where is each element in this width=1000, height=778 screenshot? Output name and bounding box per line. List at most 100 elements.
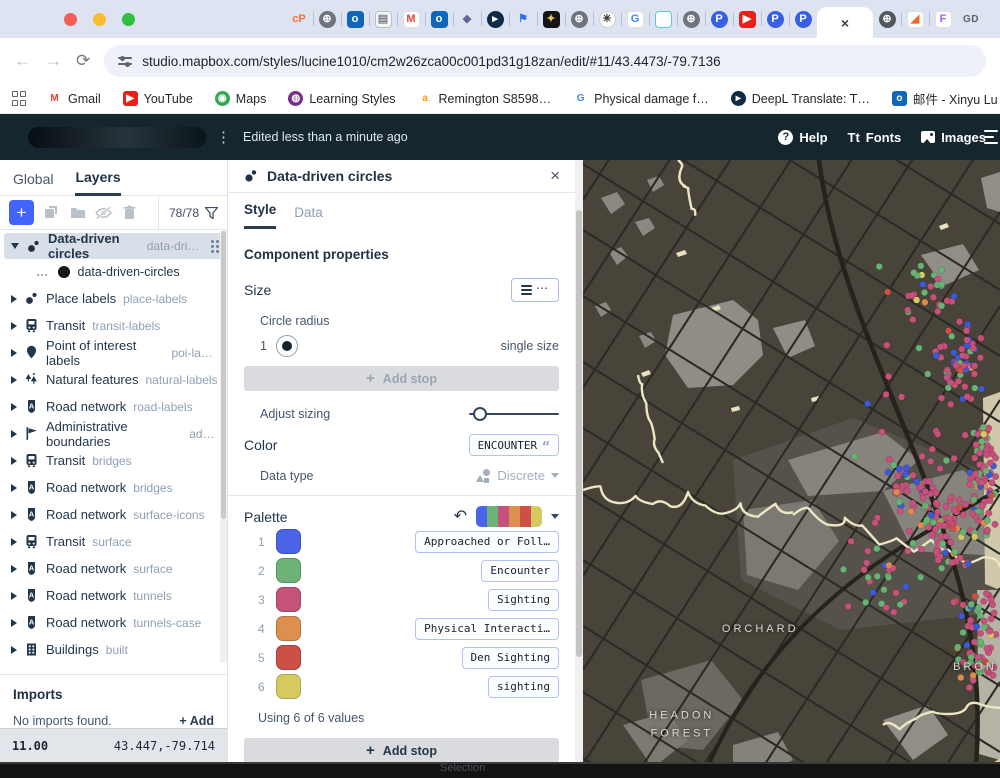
tab-overflow-label[interactable]: GD [963, 14, 979, 25]
value-button[interactable]: Sighting [488, 589, 559, 611]
pinned-tab-chatgpt[interactable]: ✳ [593, 0, 621, 38]
layer-row-transit-labels[interactable]: Transittransit-labels [0, 312, 227, 339]
bookmark-gmail[interactable]: MGmail [47, 91, 101, 106]
pinned-tab-google-g[interactable]: G [621, 0, 649, 38]
color-swatch[interactable] [276, 558, 301, 583]
pinned-tab-globe-1[interactable]: ⊕ [313, 0, 341, 38]
bookmark-learning[interactable]: ◍Learning Styles [288, 91, 395, 106]
color-swatch[interactable] [276, 674, 301, 699]
pinned-tab-orange-chart[interactable]: ◢ [901, 0, 929, 38]
caret-right-icon[interactable] [11, 646, 17, 654]
zoom-window-button[interactable] [122, 13, 135, 26]
map-canvas[interactable]: ORCHARDHEADON FORESTBRON [583, 160, 1000, 778]
value-button[interactable]: Encounter [481, 560, 559, 582]
caret-right-icon[interactable] [11, 619, 17, 627]
bookmark-google[interactable]: GPhysical damage f… [573, 91, 709, 106]
help-button[interactable]: ? Help [778, 130, 827, 145]
reload-button[interactable]: ⟳ [76, 51, 90, 71]
value-button[interactable]: Physical Interacti… [415, 618, 559, 640]
data-type-select[interactable]: Discrete [476, 468, 559, 483]
delete-layer-icon[interactable] [121, 204, 138, 221]
close-panel-button[interactable]: × [550, 166, 560, 186]
pinned-tab-p-circle-2[interactable]: P [761, 0, 789, 38]
bookmark-maps[interactable]: ◉Maps [215, 91, 267, 106]
back-button[interactable]: ← [14, 51, 31, 71]
pinned-tab-globe-4[interactable]: ⊕ [873, 0, 901, 38]
pinned-tab-reader[interactable]: ▤ [369, 0, 397, 38]
add-stop-button[interactable]: +Add stop [244, 738, 559, 763]
layer-counter[interactable]: 78/78 [158, 196, 218, 229]
layer-child-row[interactable]: …data-driven-circles [0, 259, 227, 285]
bookmark-youtube[interactable]: ▶YouTube [123, 91, 193, 106]
images-button[interactable]: Images [921, 130, 986, 145]
hide-layer-icon[interactable] [95, 204, 112, 221]
minimize-window-button[interactable] [93, 13, 106, 26]
pinned-tab-figma-tab[interactable]: F [929, 0, 957, 38]
layer-row-natural-labels[interactable]: Natural featuresnatural-labels [0, 366, 227, 393]
caret-right-icon[interactable] [11, 322, 17, 330]
value-button[interactable]: Approached or Foll… [415, 531, 559, 553]
active-tab[interactable]: × [817, 7, 873, 38]
pinned-tab-cube[interactable]: ◆ [453, 0, 481, 38]
caret-right-icon[interactable] [11, 484, 17, 492]
caret-right-icon[interactable] [11, 403, 17, 411]
stop-radio[interactable] [276, 335, 298, 357]
caret-right-icon[interactable] [11, 538, 17, 546]
caret-right-icon[interactable] [11, 376, 17, 384]
more-icon[interactable]: … [36, 265, 50, 279]
group-layers-icon[interactable] [69, 204, 86, 221]
pinned-tab-p-circle-1[interactable]: P [705, 0, 733, 38]
value-button[interactable]: sighting [488, 676, 559, 698]
tab-data[interactable]: Data [294, 205, 323, 229]
bookmark-deepl[interactable]: ▸DeepL Translate: T… [731, 91, 870, 106]
pinned-tab-sparkle[interactable]: ✦ [537, 0, 565, 38]
value-button[interactable]: Den Sighting [462, 647, 559, 669]
caret-right-icon[interactable] [11, 349, 17, 357]
pinned-tab-outlook-2[interactable]: o [425, 0, 453, 38]
forward-button[interactable]: → [45, 51, 62, 71]
caret-right-icon[interactable] [11, 511, 17, 519]
tab-layers[interactable]: Layers [75, 169, 120, 196]
tab-global[interactable]: Global [13, 171, 53, 195]
duplicate-layer-icon[interactable] [43, 204, 60, 221]
pinned-tab-bookmark-flag[interactable]: ⚑ [509, 0, 537, 38]
site-settings-icon[interactable] [118, 54, 132, 68]
layer-row-built[interactable]: Buildingsbuilt [0, 636, 227, 663]
caret-right-icon[interactable] [11, 592, 17, 600]
drag-handle-icon[interactable] [211, 240, 219, 253]
add-stop-button-disabled[interactable]: +Add stop [244, 366, 559, 391]
pinned-tab-cpanel[interactable]: cP [285, 0, 313, 38]
layer-row-surface[interactable]: Transitsurface [0, 528, 227, 555]
close-window-button[interactable] [64, 13, 77, 26]
layer-row-bridges[interactable]: Transitbridges [0, 447, 227, 474]
layer-row-surface[interactable]: ARoad networksurface [0, 555, 227, 582]
pinned-tab-deepl-tab[interactable]: ▸ [481, 0, 509, 38]
caret-right-icon[interactable] [11, 457, 17, 465]
layer-row-tunnels-case[interactable]: ARoad networktunnels-case [0, 609, 227, 636]
color-swatch[interactable] [276, 645, 301, 670]
caret-right-icon[interactable] [11, 295, 17, 303]
palette-strip[interactable] [476, 506, 542, 527]
sidebar-scrollbar[interactable] [220, 231, 227, 663]
layer-row-bridges[interactable]: ARoad networkbridges [0, 474, 227, 501]
apps-grid-icon[interactable] [12, 91, 26, 107]
pinned-tab-gmail-tab[interactable]: M [397, 0, 425, 38]
bookmark-outlook[interactable]: o邮件 - Xinyu Lu -… [892, 89, 1000, 108]
history-icon[interactable] [984, 129, 1000, 145]
add-import-button[interactable]: + Add [179, 714, 214, 728]
pinned-tab-p-circle-3[interactable]: P [789, 0, 817, 38]
caret-right-icon[interactable] [11, 430, 17, 438]
pinned-tab-cyan-frame[interactable] [649, 0, 677, 38]
style-name-redacted[interactable] [28, 127, 206, 148]
layer-row-road-labels[interactable]: ARoad networkroad-labels [0, 393, 227, 420]
palette-caret-icon[interactable] [551, 514, 559, 519]
slider-handle[interactable] [473, 407, 487, 421]
size-options-button[interactable]: ⋯ [511, 278, 559, 302]
layer-row-poi-labels[interactable]: Point of interest labelspoi-labels [0, 339, 227, 366]
pinned-tab-globe-2[interactable]: ⊕ [565, 0, 593, 38]
caret-down-icon[interactable] [11, 243, 19, 249]
fonts-button[interactable]: Tt Fonts [848, 130, 902, 145]
close-tab-icon[interactable]: × [841, 15, 849, 31]
layer-row-tunnels[interactable]: ARoad networktunnels [0, 582, 227, 609]
bookmark-amazon[interactable]: aRemington S8598… [418, 91, 552, 106]
